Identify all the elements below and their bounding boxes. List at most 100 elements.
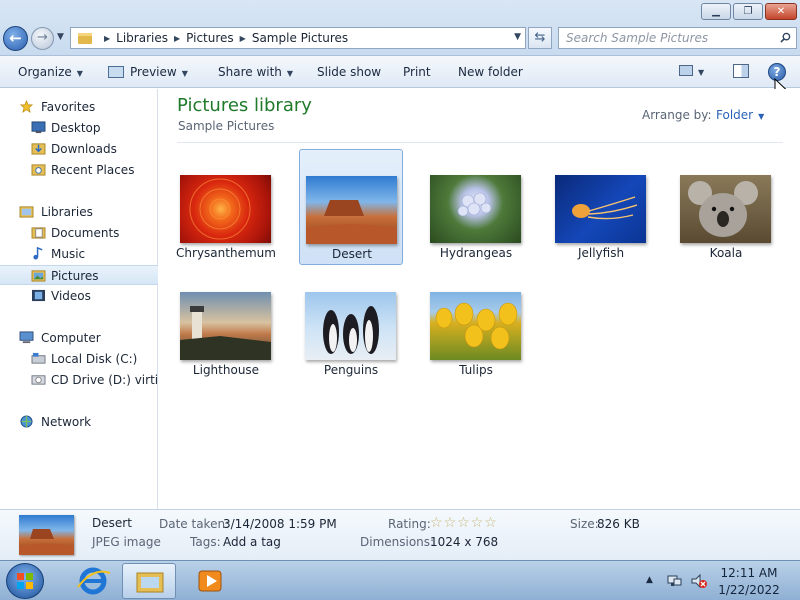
preview-button[interactable]: Preview ▼: [108, 65, 188, 79]
nav-downloads-label: Downloads: [51, 142, 117, 156]
nav-downloads[interactable]: Downloads: [0, 139, 158, 159]
breadcrumb-pictures[interactable]: Pictures: [186, 31, 234, 45]
taskbar-windows-explorer[interactable]: [122, 563, 176, 599]
arrange-by-dropdown[interactable]: Folder ▼: [716, 108, 764, 122]
caret-down-icon[interactable]: ▼: [182, 69, 188, 78]
nav-music[interactable]: Music: [0, 244, 158, 264]
search-icon[interactable]: [780, 32, 791, 43]
refresh-button[interactable]: ⇆: [528, 27, 552, 49]
breadcrumb-sample-pictures[interactable]: Sample Pictures: [252, 31, 348, 45]
file-name: Lighthouse: [192, 363, 260, 377]
nav-documents[interactable]: Documents: [0, 223, 158, 243]
close-button[interactable]: ✕: [765, 3, 797, 20]
tulips-thumbnail: [430, 292, 521, 360]
explorer-folder-icon: [136, 572, 164, 593]
clock-time[interactable]: 12:11 AM: [712, 566, 786, 580]
clock-date[interactable]: 1/22/2022: [712, 583, 786, 597]
preview-pane-button[interactable]: [733, 64, 749, 78]
preview-label: Preview: [130, 65, 177, 79]
windows-logo-icon: [17, 573, 33, 589]
forward-button[interactable]: →: [31, 27, 54, 50]
penguins-thumbnail: [305, 292, 396, 360]
file-tile-lighthouse[interactable]: Lighthouse: [174, 266, 278, 382]
file-tile-jellyfish[interactable]: Jellyfish: [549, 149, 653, 265]
minimize-button[interactable]: ▁: [701, 3, 731, 20]
maximize-button[interactable]: ❐: [733, 3, 763, 20]
file-tile-hydrangeas[interactable]: Hydrangeas: [424, 149, 528, 265]
show-hidden-icons-button[interactable]: ▲: [646, 575, 653, 585]
nav-computer[interactable]: Computer: [0, 328, 158, 348]
new-folder-button[interactable]: New folder: [458, 65, 523, 79]
file-tile-tulips[interactable]: Tulips: [424, 266, 528, 382]
organize-button[interactable]: Organize ▼: [18, 65, 83, 79]
nav-cd-drive[interactable]: CD Drive (D:) virtio-w: [0, 370, 158, 390]
chrysanthemum-thumbnail: [180, 175, 271, 243]
taskbar-media-player[interactable]: [184, 563, 238, 599]
star-icon[interactable]: ☆: [457, 515, 470, 531]
nav-computer-label: Computer: [41, 331, 101, 345]
navigation-pane: Favorites Desktop Downloads Recent Place…: [0, 89, 158, 509]
taskbar: ▲ 12:11 AM 1/22/2022: [0, 560, 800, 600]
star-icon[interactable]: ☆: [471, 515, 484, 531]
window-chrome: ▁ ❐ ✕ ← → ▼ ▶ Libraries ▶ Pictures ▶ Sam…: [0, 0, 800, 56]
star-icon: [19, 100, 34, 113]
file-name: Tulips: [459, 363, 493, 377]
nav-documents-label: Documents: [51, 226, 120, 240]
dimensions-label: Dimensions:: [360, 535, 435, 549]
share-with-label: Share with: [218, 65, 282, 79]
address-bar[interactable]: ▶ Libraries ▶ Pictures ▶ Sample Pictures…: [70, 27, 526, 49]
breadcrumb-chevron-icon[interactable]: ▶: [104, 34, 110, 43]
file-tile-penguins[interactable]: Penguins: [299, 266, 403, 382]
breadcrumb-chevron-icon[interactable]: ▶: [240, 34, 246, 43]
dimensions-value: 1024 x 768: [430, 535, 499, 549]
nav-favorites[interactable]: Favorites: [0, 97, 158, 117]
rating-label: Rating:: [388, 517, 431, 531]
file-tile-koala[interactable]: Koala: [674, 149, 778, 265]
network-tray-icon[interactable]: [666, 573, 682, 589]
file-list-pane: Pictures library Sample Pictures Arrange…: [159, 89, 800, 509]
change-view-button[interactable]: ▼: [679, 64, 704, 78]
file-name: Chrysanthemum: [176, 246, 276, 260]
start-button[interactable]: [6, 563, 44, 599]
nav-favorites-label: Favorites: [41, 100, 96, 114]
back-button[interactable]: ←: [3, 26, 28, 51]
nav-local-disk[interactable]: Local Disk (C:): [0, 349, 158, 369]
nav-videos[interactable]: Videos: [0, 286, 158, 306]
nav-desktop[interactable]: Desktop: [0, 118, 158, 138]
nav-music-label: Music: [51, 247, 86, 261]
star-icon[interactable]: ☆: [430, 515, 443, 531]
caret-down-icon: ▼: [76, 69, 83, 78]
nav-libraries[interactable]: Libraries: [0, 202, 158, 222]
file-name: Koala: [709, 246, 743, 260]
date-taken-value[interactable]: 3/14/2008 1:59 PM: [223, 517, 337, 531]
recent-pages-dropdown[interactable]: ▼: [57, 32, 64, 42]
search-input[interactable]: Search Sample Pictures: [558, 27, 797, 49]
nav-recent-places[interactable]: Recent Places: [0, 160, 158, 180]
file-tile-desert[interactable]: Desert: [299, 149, 403, 265]
taskbar-internet-explorer[interactable]: [66, 563, 120, 599]
caret-down-icon: ▼: [286, 69, 294, 78]
arrange-by-label: Arrange by:: [642, 108, 712, 122]
address-history-dropdown[interactable]: ▼: [514, 32, 521, 42]
nav-network[interactable]: Network: [0, 412, 158, 432]
details-pane: Desert JPEG image Date taken: 3/14/2008 …: [0, 509, 800, 560]
nav-pictures[interactable]: Pictures: [0, 265, 158, 285]
breadcrumb-chevron-icon[interactable]: ▶: [174, 34, 180, 43]
slide-show-button[interactable]: Slide show: [317, 65, 381, 79]
hard-drive-icon: [31, 352, 46, 364]
breadcrumb-libraries[interactable]: Libraries: [116, 31, 168, 45]
tags-value[interactable]: Add a tag: [223, 535, 281, 549]
nav-videos-label: Videos: [51, 289, 91, 303]
volume-muted-icon[interactable]: [690, 573, 708, 589]
file-name: Desert: [332, 247, 372, 261]
media-player-icon: [198, 570, 222, 592]
file-tile-chrysanthemum[interactable]: Chrysanthemum: [174, 149, 278, 265]
print-button[interactable]: Print: [403, 65, 431, 79]
star-icon[interactable]: ☆: [484, 515, 497, 531]
command-bar: Organize ▼ Preview ▼ Share with ▼ Slide sho…: [0, 56, 800, 88]
pictures-icon: [31, 270, 46, 282]
share-with-button[interactable]: Share with ▼: [218, 65, 293, 79]
rating-stars[interactable]: ☆☆☆☆☆: [430, 515, 498, 531]
star-icon[interactable]: ☆: [444, 515, 457, 531]
caret-down-icon[interactable]: ▼: [698, 68, 704, 77]
